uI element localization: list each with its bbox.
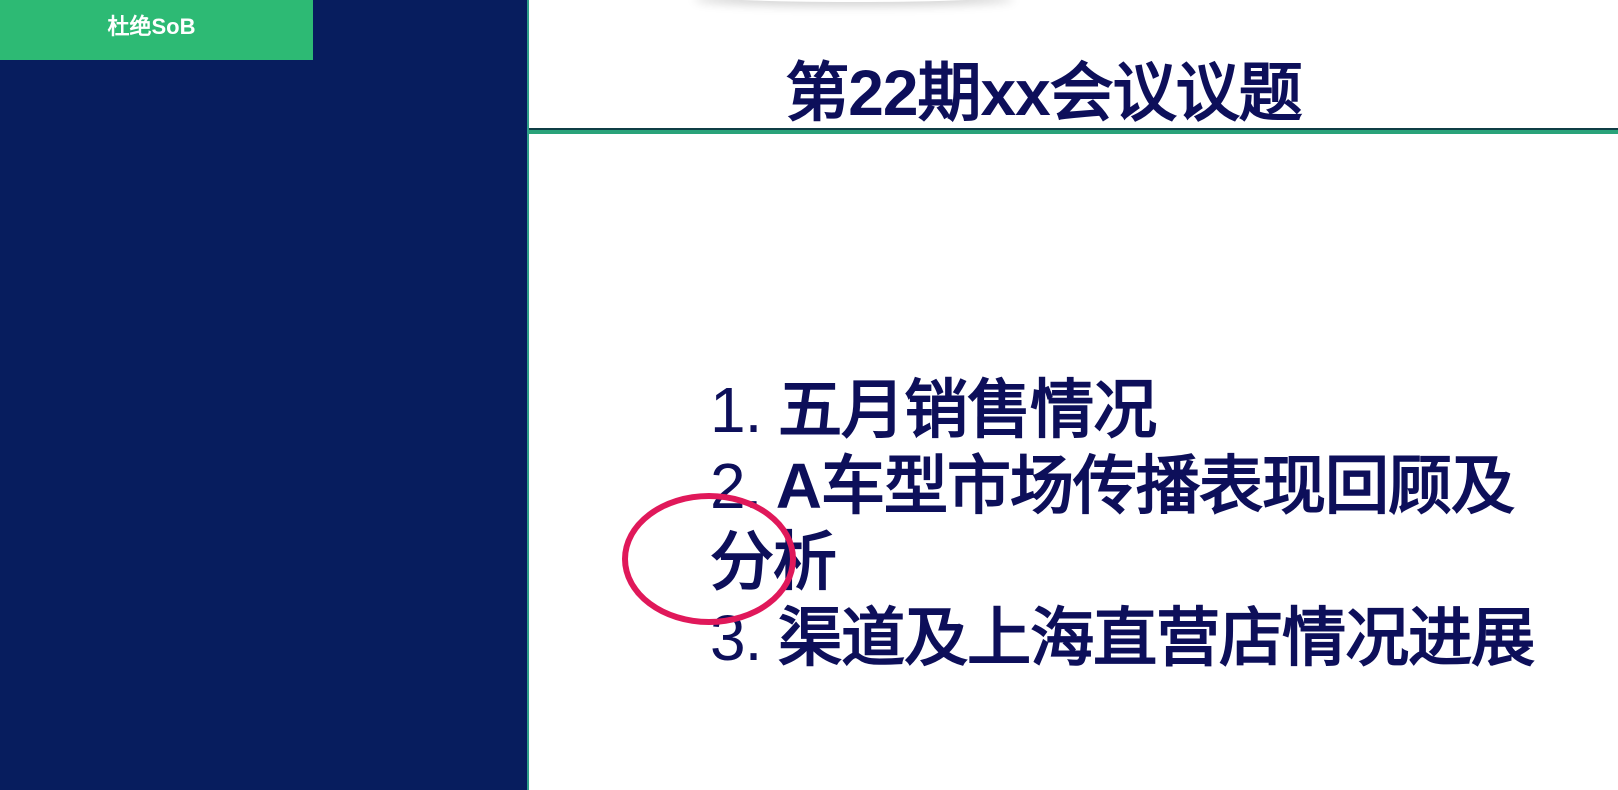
title-divider-rule bbox=[529, 128, 1618, 134]
agenda-item-3: 3. 渠道及上海直营店情况进展 bbox=[710, 600, 1570, 676]
agenda-item-1: 1. 五月销售情况 bbox=[710, 372, 1570, 448]
agenda-item-number: 1. bbox=[710, 374, 762, 446]
presentation-slide: 第22期xx会议议题 1. 五月销售情况 2. A车型市场传播表现回顾及分析 3… bbox=[529, 0, 1618, 790]
agenda-item-text: A车型市场传播表现回顾及分析 bbox=[710, 450, 1515, 598]
agenda-item-2: 2. A车型市场传播表现回顾及分析 bbox=[710, 448, 1570, 600]
screen: 杜绝SoB 第22期xx会议议题 1. 五月销售情况 2. A车型市场传播表现回… bbox=[0, 0, 1618, 790]
author-tag: 杜绝SoB bbox=[0, 0, 313, 60]
left-dark-panel: 杜绝SoB bbox=[0, 0, 528, 790]
agenda-item-text: 渠道及上海直营店情况进展 bbox=[778, 602, 1535, 674]
top-floating-shadow bbox=[694, 0, 1014, 2]
agenda-item-number: 3. bbox=[710, 602, 762, 674]
agenda-item-text: 五月销售情况 bbox=[778, 374, 1157, 446]
agenda-list: 1. 五月销售情况 2. A车型市场传播表现回顾及分析 3. 渠道及上海直营店情… bbox=[710, 372, 1570, 676]
agenda-item-number: 2. bbox=[710, 450, 762, 522]
slide-title: 第22期xx会议议题 bbox=[785, 57, 1302, 129]
